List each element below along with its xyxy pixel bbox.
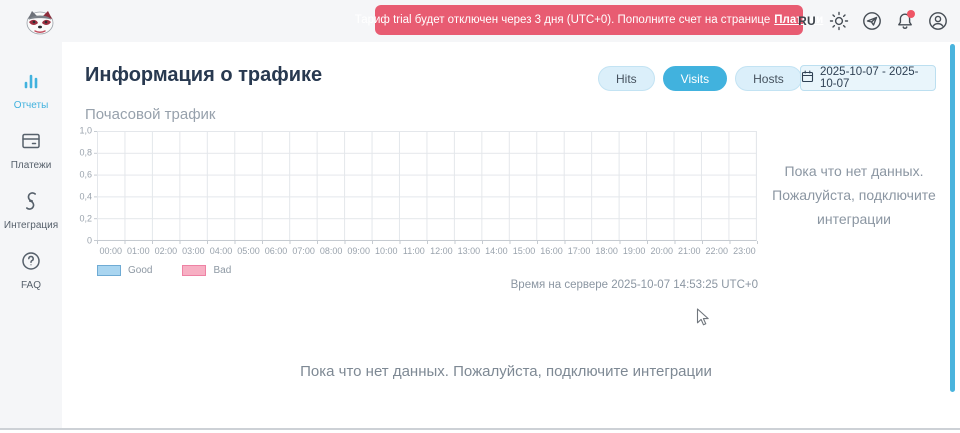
bar-chart-icon xyxy=(20,70,42,97)
legend-item: Good xyxy=(97,265,152,276)
main-content: Информация о трафике Hits Visits Hosts 2… xyxy=(62,42,950,428)
chart-title: Почасовой трафик xyxy=(85,106,216,123)
legend-item: Bad xyxy=(182,265,231,276)
chart-legend: Good Bad xyxy=(97,265,758,276)
chart-plot xyxy=(97,131,757,241)
legend-swatch xyxy=(182,265,206,276)
traffic-type-tabs: Hits Visits Hosts xyxy=(598,66,802,91)
y-tick-label: 1,0 xyxy=(79,127,92,136)
sidebar-item-integration[interactable]: Интеграция xyxy=(4,190,58,231)
telegram-icon[interactable] xyxy=(862,11,882,31)
sidebar-item-reports[interactable]: Отчеты xyxy=(14,70,49,111)
y-tick-label: 0,4 xyxy=(79,193,92,202)
date-range-picker[interactable]: 2025-10-07 - 2025-10-07 xyxy=(800,65,936,91)
sidebar: Отчеты Платежи Интеграция xyxy=(0,42,62,428)
no-data-bottom-message: Пока что нет данных. Пожалуйста, подключ… xyxy=(62,363,950,380)
x-tick-label: 16:00 xyxy=(538,246,566,256)
x-tick-label: 05:00 xyxy=(235,246,263,256)
notifications-bell-icon[interactable] xyxy=(895,11,915,31)
x-tick-label: 18:00 xyxy=(593,246,621,256)
raccoon-logo-icon[interactable] xyxy=(22,3,58,39)
x-tick-label: 12:00 xyxy=(428,246,456,256)
x-tick-label: 19:00 xyxy=(620,246,648,256)
x-tick-label: 17:00 xyxy=(565,246,593,256)
x-tick-label: 04:00 xyxy=(207,246,235,256)
chart-y-axis: 1,00,80,60,40,20 xyxy=(80,131,94,241)
no-data-side-message: Пока что нет данных. Пожалуйста, подключ… xyxy=(765,160,943,231)
sidebar-item-label: Отчеты xyxy=(14,100,49,111)
chart-x-tick-marks xyxy=(97,241,758,244)
app-window: Тариф trial будет отключен через 3 дня (… xyxy=(0,0,960,433)
page-title: Информация о трафике xyxy=(85,64,322,87)
top-bar: Тариф trial будет отключен через 3 дня (… xyxy=(0,0,960,42)
x-tick-label: 06:00 xyxy=(262,246,290,256)
vertical-scrollbar[interactable] xyxy=(950,44,955,392)
legend-label: Good xyxy=(128,265,152,276)
trial-warning-banner: Тариф trial будет отключен через 3 дня (… xyxy=(375,5,803,35)
account-icon[interactable] xyxy=(928,11,948,31)
y-tick-label: 0,2 xyxy=(79,215,92,224)
x-tick-label: 15:00 xyxy=(510,246,538,256)
legend-label: Bad xyxy=(213,265,231,276)
theme-sun-icon[interactable] xyxy=(829,11,849,31)
x-tick-label: 13:00 xyxy=(455,246,483,256)
hourly-traffic-chart: 1,00,80,60,40,20 00:0001:0002:0003:0004:… xyxy=(80,131,758,276)
sidebar-item-label: Интеграция xyxy=(4,220,58,231)
y-tick-label: 0 xyxy=(87,237,92,246)
x-tick-label: 00:00 xyxy=(97,246,125,256)
x-tick-label: 20:00 xyxy=(648,246,676,256)
x-tick-label: 10:00 xyxy=(372,246,400,256)
notification-dot xyxy=(907,10,915,18)
sidebar-item-label: Платежи xyxy=(11,160,52,171)
legend-swatch xyxy=(97,265,121,276)
x-tick-label: 22:00 xyxy=(703,246,731,256)
bottom-divider xyxy=(0,428,960,430)
x-tick-label: 02:00 xyxy=(152,246,180,256)
tab-hits[interactable]: Hits xyxy=(598,66,655,91)
x-tick-label: 21:00 xyxy=(675,246,703,256)
x-tick-label: 07:00 xyxy=(290,246,318,256)
x-tick-label: 08:00 xyxy=(317,246,345,256)
x-tick-label: 09:00 xyxy=(345,246,373,256)
y-tick-label: 0,8 xyxy=(79,149,92,158)
server-time: Время на сервере 2025-10-07 14:53:25 UTC… xyxy=(80,279,758,291)
calendar-icon xyxy=(801,70,814,86)
integration-icon xyxy=(20,190,42,217)
sidebar-item-payments[interactable]: Платежи xyxy=(11,130,52,171)
x-tick-label: 03:00 xyxy=(180,246,208,256)
tab-visits[interactable]: Visits xyxy=(663,66,727,91)
x-tick-label: 23:00 xyxy=(731,246,759,256)
credit-card-icon xyxy=(20,130,42,157)
language-switcher[interactable]: RU xyxy=(798,14,816,28)
banner-text: Тариф trial будет отключен через 3 дня (… xyxy=(355,14,771,26)
question-circle-icon xyxy=(20,250,42,277)
x-tick-label: 14:00 xyxy=(483,246,511,256)
x-tick-label: 01:00 xyxy=(125,246,153,256)
tab-hosts[interactable]: Hosts xyxy=(735,66,802,91)
sidebar-item-label: FAQ xyxy=(21,280,41,291)
sidebar-item-faq[interactable]: FAQ xyxy=(20,250,42,291)
chart-x-axis: 00:0001:0002:0003:0004:0005:0006:0007:00… xyxy=(97,246,758,256)
date-range-value: 2025-10-07 - 2025-10-07 xyxy=(820,66,935,90)
topbar-actions: RU xyxy=(798,0,948,42)
y-tick-label: 0,6 xyxy=(79,171,92,180)
x-tick-label: 11:00 xyxy=(400,246,428,256)
